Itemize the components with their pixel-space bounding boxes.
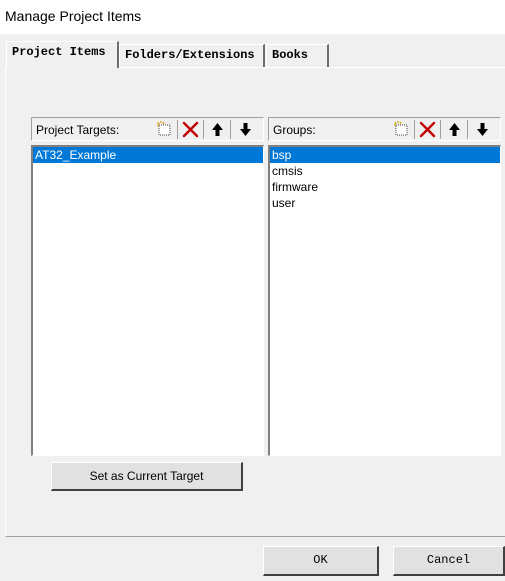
set-current-target-button[interactable]: Set as Current Target — [51, 462, 243, 491]
new-icon — [157, 121, 171, 136]
move-group-down-button[interactable] — [473, 120, 492, 139]
delete-target-button[interactable] — [181, 120, 200, 139]
list-item[interactable]: AT32_Example — [33, 147, 263, 163]
move-target-down-button[interactable] — [236, 120, 255, 139]
move-up-icon — [212, 123, 223, 136]
targets-list[interactable]: AT32_Example — [31, 145, 264, 456]
delete-icon — [182, 121, 199, 138]
move-down-icon — [240, 123, 251, 136]
targets-label: Project Targets: — [36, 123, 120, 137]
delete-icon — [419, 121, 436, 138]
move-target-up-button[interactable] — [208, 120, 227, 139]
groups-label: Groups: — [273, 123, 316, 137]
cancel-button[interactable]: Cancel — [393, 546, 505, 576]
list-item[interactable]: cmsis — [270, 163, 500, 179]
targets-header: Project Targets: — [31, 117, 264, 141]
list-item[interactable]: user — [270, 195, 500, 211]
delete-group-button[interactable] — [418, 120, 437, 139]
list-item[interactable]: bsp — [270, 147, 500, 163]
tab-folders-extensions[interactable]: Folders/Extensions — [119, 44, 265, 68]
ok-button[interactable]: OK — [263, 546, 379, 576]
window-title: Manage Project Items — [5, 8, 142, 24]
tab-project-items[interactable]: Project Items — [6, 41, 119, 68]
move-up-icon — [449, 123, 460, 136]
new-target-button[interactable] — [155, 120, 174, 139]
new-group-button[interactable] — [392, 120, 411, 139]
new-icon — [394, 121, 408, 136]
tab-books[interactable]: Books — [266, 44, 329, 68]
groups-header: Groups: — [268, 117, 501, 141]
move-group-up-button[interactable] — [445, 120, 464, 139]
list-item[interactable]: firmware — [270, 179, 500, 195]
move-down-icon — [477, 123, 488, 136]
groups-list[interactable]: bsp cmsis firmware user — [268, 145, 501, 456]
title-bar: Manage Project Items — [0, 0, 505, 34]
